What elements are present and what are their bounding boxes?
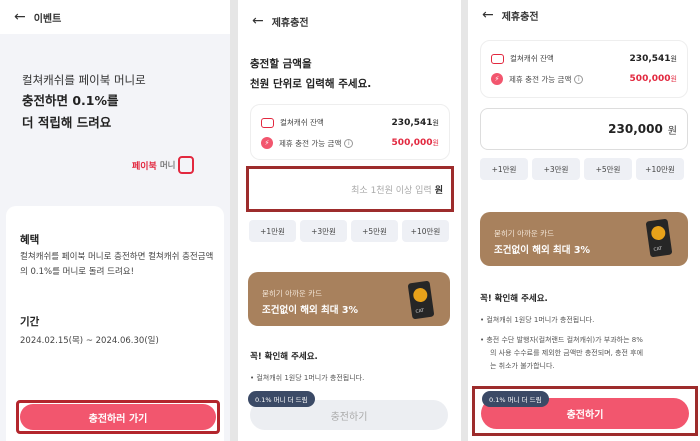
charge-screen-empty: ← 제휴충전 충전할 금액을 천원 단위로 입력해 주세요. 컬쳐캐쉬 잔액 2… <box>238 0 461 441</box>
card-promo-banner[interactable]: 묻히기 아까운 카드 조건없이 해외 최대 3% CAT <box>248 272 450 326</box>
arrow-left-icon[interactable]: ← <box>482 7 494 23</box>
balance-value: 230,541원 <box>391 117 439 128</box>
credit-card-image: CAT <box>407 280 435 320</box>
amount-unit: 원 <box>434 185 443 196</box>
info-icon[interactable]: i <box>344 138 354 148</box>
period-title: 기간 <box>20 316 40 328</box>
balance-card: 컬쳐캐쉬 잔액 230,541원 ⚡ 제휴 충전 가능 금액 i 500,000… <box>250 104 450 160</box>
chip-10k[interactable]: +1만원 <box>480 158 528 180</box>
amount-input[interactable]: 최소 1천원 이상 입력 원 <box>251 171 449 207</box>
brand-money: 머니 <box>159 161 176 171</box>
card-promo-banner[interactable]: 묻히기 아까운 카드 조건없이 해외 최대 3% CAT <box>480 212 688 266</box>
charge-screen-filled: ← 제휴충전 컬쳐캐쉬 잔액 230,541원 ⚡ 제휴 충전 가능 금액 i … <box>468 0 700 441</box>
chip-50k[interactable]: +5만원 <box>351 220 398 242</box>
benefit-title: 혜택 <box>20 234 40 246</box>
chip-50k[interactable]: +5만원 <box>584 158 632 180</box>
page-title: 제휴충전 <box>271 17 309 29</box>
bonus-tooltip: 0.1% 머니 더 드림 <box>482 391 549 407</box>
bolt-icon: ⚡ <box>491 73 503 85</box>
arrow-left-icon[interactable]: ← <box>252 13 264 29</box>
available-value: 500,000원 <box>629 74 677 84</box>
header: ← 제휴충전 <box>468 0 700 32</box>
brand-name: 페이북 <box>132 161 157 172</box>
notice-item-2-line-3: 는 취소가 불가합니다. <box>490 362 555 370</box>
promo-title: 조건없이 해외 최대 3% <box>262 305 358 316</box>
amount-value: 230,000 <box>608 122 663 136</box>
available-label: 제휴 충전 가능 금액 <box>509 74 572 84</box>
culture-cash-icon <box>261 117 274 128</box>
bonus-tooltip: 0.1% 머니 더 드림 <box>248 391 315 407</box>
quick-amount-chips: +1만원 +3만원 +5만원 +10만원 <box>249 220 449 242</box>
hero-line-1: 컬쳐캐쉬를 페이북 머니로 <box>22 73 146 87</box>
available-label: 제휴 충전 가능 금액 <box>279 138 342 148</box>
notice-title: 꼭! 확인해 주세요. <box>250 352 318 362</box>
go-charge-button-highlight: 충전하러 가기 <box>16 400 220 434</box>
balance-label: 컬쳐캐쉬 잔액 <box>280 118 324 127</box>
promo-sub: 묻히기 아까운 카드 <box>494 229 554 238</box>
notice-title: 꼭! 확인해 주세요. <box>480 294 548 304</box>
bolt-icon: ⚡ <box>261 137 273 149</box>
notice-item-2-line-2: 의 사용 수수료를 제외한 금액만 충전되며, 충전 후에 <box>490 349 644 357</box>
chip-30k[interactable]: +3만원 <box>532 158 580 180</box>
chip-10k[interactable]: +1만원 <box>249 220 296 242</box>
chip-100k[interactable]: +10만원 <box>636 158 684 180</box>
balance-card: 컬쳐캐쉬 잔액 230,541원 ⚡ 제휴 충전 가능 금액 i 500,000… <box>480 40 688 98</box>
amount-placeholder: 최소 1천원 이상 입력 <box>351 185 432 196</box>
quick-amount-chips: +1만원 +3만원 +5만원 +10만원 <box>480 158 684 180</box>
balance-value: 230,541원 <box>629 53 677 64</box>
arrow-left-icon[interactable]: ← <box>14 9 26 25</box>
benefit-body: 컬쳐캐쉬를 페이북 머니로 충전하면 컬쳐캐쉬 충전금액의 0.1%를 머니로 … <box>20 252 214 277</box>
promo-sub: 묻히기 아까운 카드 <box>262 289 322 298</box>
header: ← 이벤트 <box>0 0 230 34</box>
hero-line-3: 더 적립해 드려요 <box>22 115 112 130</box>
intro-text: 충전할 금액을 천원 단위로 입력해 주세요. <box>250 54 371 94</box>
amount-unit: 원 <box>667 125 677 137</box>
credit-card-image: CAT <box>645 218 673 258</box>
balance-label: 컬쳐캐쉬 잔액 <box>510 54 554 63</box>
page-title: 이벤트 <box>33 13 62 25</box>
chip-30k[interactable]: +3만원 <box>300 220 347 242</box>
info-icon[interactable]: i <box>574 74 584 84</box>
amount-input[interactable]: 230,000 원 <box>480 108 688 150</box>
header: ← 제휴충전 <box>238 4 461 38</box>
notice-item-1: • 컬쳐캐쉬 1원당 1머니가 충전됩니다. <box>480 316 595 324</box>
promo-title: 조건없이 해외 최대 3% <box>494 245 590 256</box>
culture-cash-icon <box>491 53 504 64</box>
intro-line-1: 충전할 금액을 <box>250 58 312 70</box>
brand-logo: 페이북 머니 <box>132 156 195 174</box>
hero-text: 컬쳐캐쉬를 페이북 머니로 충전하면 0.1%를 더 적립해 드려요 <box>22 70 212 134</box>
amount-input-highlight: 최소 1천원 이상 입력 원 <box>246 166 454 212</box>
event-screen: ← 이벤트 컬쳐캐쉬를 페이북 머니로 충전하면 0.1%를 더 적립해 드려요… <box>0 0 230 441</box>
wallet-icon <box>178 156 195 174</box>
chip-100k[interactable]: +10만원 <box>402 220 449 242</box>
intro-line-2: 천원 단위로 입력해 주세요. <box>250 78 372 90</box>
available-value: 500,000원 <box>391 138 439 148</box>
notice-item-1: • 컬쳐캐쉬 1원당 1머니가 충전됩니다. <box>250 374 365 382</box>
hero-line-2: 충전하면 0.1%를 <box>22 93 119 108</box>
notice-item-2-line-1: • 충전 수단 발행자(컬쳐랜드 컬쳐캐쉬)가 부과하는 8% <box>480 336 643 344</box>
page-title: 제휴충전 <box>501 11 539 23</box>
go-charge-button[interactable]: 충전하러 가기 <box>20 404 216 430</box>
period-body: 2024.02.15(목) ~ 2024.06.30(일) <box>20 336 159 346</box>
